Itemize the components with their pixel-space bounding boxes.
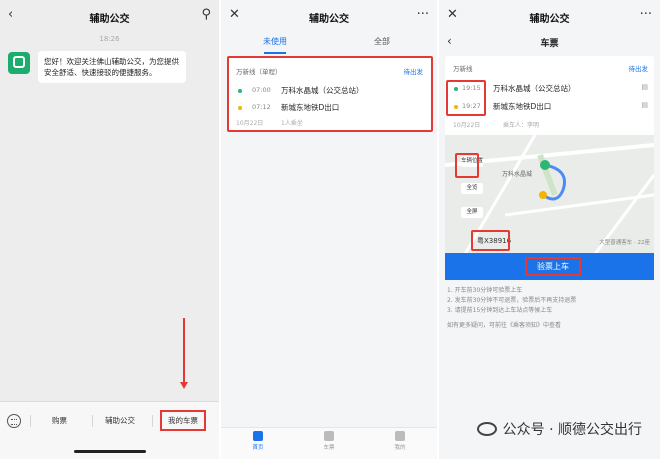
home-indicator xyxy=(73,450,146,453)
verify-board-button[interactable]: 验票上车 xyxy=(525,257,581,276)
user-icon[interactable]: ⚲ xyxy=(201,7,211,22)
tabbar-tickets[interactable]: 车票 xyxy=(314,431,344,451)
menu-bar: 购票 辅助公交 我的车票 xyxy=(0,401,219,459)
watermark: 公众号 · 顺德公交出行 xyxy=(476,419,642,439)
rider-name: 乘车人：李明 xyxy=(503,122,540,129)
detail-title: 车票 xyxy=(540,39,559,49)
tab-unused[interactable]: 未使用 xyxy=(263,36,287,47)
bus-avatar xyxy=(8,52,30,74)
menu-bus[interactable]: 辅助公交 xyxy=(105,415,135,426)
chat-timestamp: 18:26 xyxy=(99,35,120,43)
tickets-title: 辅助公交 xyxy=(309,14,349,25)
tab-all[interactable]: 全部 xyxy=(374,36,390,47)
menu-my-tickets[interactable]: 我的车票 xyxy=(160,410,206,431)
note-line: 3. 请提前15分钟到达上车站点等候上车 xyxy=(447,307,553,314)
overview-button[interactable]: 全览 xyxy=(461,183,483,194)
ticket-icon xyxy=(324,431,334,441)
tabbar-home[interactable]: 首页 xyxy=(243,431,273,451)
tabs: 未使用 全部 xyxy=(221,30,437,54)
more-icon[interactable]: ··· xyxy=(640,7,652,22)
ticket-detail-panel: ✕ 辅助公交 ··· ‹ 车票 万新线 待出发 19:15 万科水晶城（公交总站… xyxy=(439,0,660,459)
start-stop: 万科水晶城（公交总站） xyxy=(493,84,576,93)
chat-title: 辅助公交 xyxy=(89,14,130,25)
notes: 1. 开车前30分钟可验票上车 2. 发车前30分钟不可退票，验票后不再支持退票… xyxy=(447,286,576,331)
tabbar-mine-label: 我的 xyxy=(394,445,406,451)
ticket-date: 10月22日 xyxy=(453,122,481,129)
bottom-tabbar: 首页 车票 我的 xyxy=(221,427,437,459)
highlight-box xyxy=(471,230,510,251)
watermark-text: 公众号 · 顺德公交出行 xyxy=(502,422,642,438)
divider xyxy=(92,415,93,427)
tabbar-mine[interactable]: 我的 xyxy=(385,431,415,451)
fullscreen-button[interactable]: 全屏 xyxy=(461,207,483,218)
ticket-status: 待出发 xyxy=(628,65,649,73)
faq-text: 如有更多疑问，可前往《乘客须知》中查看 xyxy=(447,322,562,329)
detail-app-title: 辅助公交 xyxy=(529,14,570,25)
verify-bar: 验票上车 xyxy=(445,253,654,280)
highlight-box xyxy=(455,153,479,178)
map-place-label: 万科水晶城 xyxy=(502,171,533,178)
vehicle-type: 大型普通客车 · 22座 xyxy=(599,240,650,246)
stop-info-icon[interactable]: ▤ xyxy=(641,83,648,91)
wechat-icon xyxy=(476,422,497,436)
note-line: 1. 开车前30分钟可验票上车 xyxy=(447,287,523,294)
stop-info-icon[interactable]: ▤ xyxy=(641,101,648,109)
chat-nav: ‹ 辅助公交 ⚲ xyxy=(0,0,219,36)
divider xyxy=(30,415,31,427)
menu-buy-ticket[interactable]: 购票 xyxy=(52,415,67,426)
more-icon[interactable]: ··· xyxy=(417,7,429,22)
chat-panel: ‹ 辅助公交 ⚲ 18:26 您好！欢迎关注佛山辅助公交，为您提供安全舒适、快速… xyxy=(0,0,219,459)
profile-icon xyxy=(395,431,405,441)
red-arrow-head xyxy=(180,382,188,389)
home-icon xyxy=(253,431,263,441)
tickets-panel: ✕ 辅助公交 ··· 未使用 全部 万新线（单程） 待出发 07:00 万科水晶… xyxy=(221,0,437,459)
route-name: 万新线 xyxy=(453,65,473,73)
detail-nav: ✕ 辅助公交 ··· xyxy=(439,0,660,36)
bus-icon xyxy=(13,56,25,68)
welcome-message: 您好！欢迎关注佛山辅助公交，为您提供安全舒适、快速接驳的便捷服务。 xyxy=(38,51,186,83)
red-arrow-line xyxy=(183,318,185,384)
end-stop: 新城东地铁D出口 xyxy=(493,102,552,111)
tabbar-home-label: 首页 xyxy=(252,445,264,451)
divider xyxy=(152,415,153,427)
highlight-box xyxy=(227,56,433,132)
tab-underline xyxy=(264,52,286,54)
highlight-box xyxy=(446,80,486,116)
keyboard-icon[interactable] xyxy=(7,414,21,428)
tabbar-tickets-label: 车票 xyxy=(323,445,335,451)
note-line: 2. 发车前30分钟不可退票，验票后不再支持退票 xyxy=(447,297,577,304)
